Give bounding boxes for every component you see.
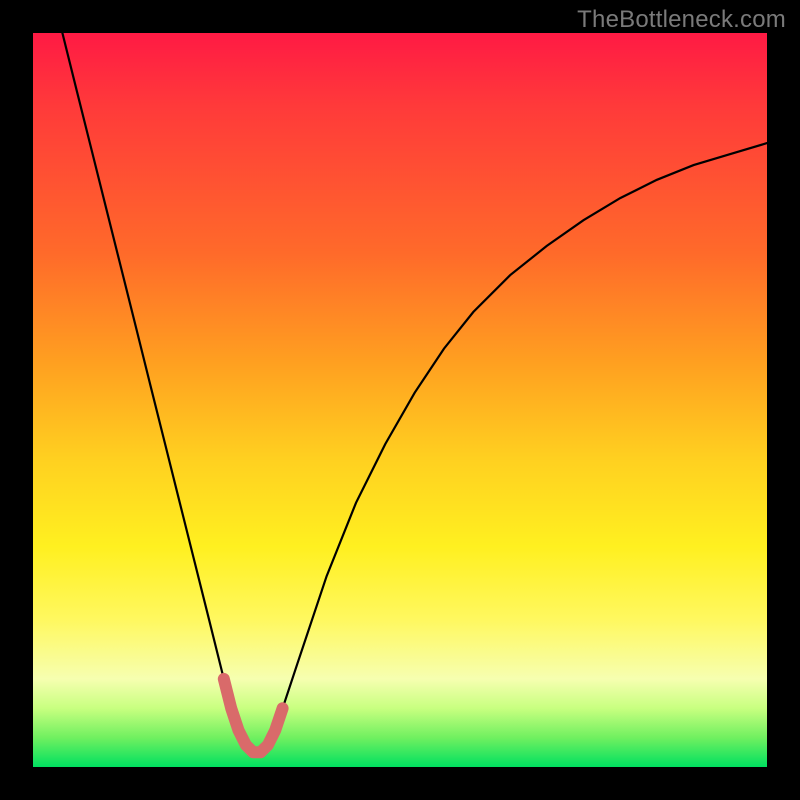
plot-area (33, 33, 767, 767)
curve-layer (33, 33, 767, 767)
bottleneck-curve (62, 33, 767, 752)
watermark-text: TheBottleneck.com (577, 6, 786, 34)
highlight-segment (224, 679, 283, 752)
chart-frame: TheBottleneck.com (0, 0, 800, 800)
